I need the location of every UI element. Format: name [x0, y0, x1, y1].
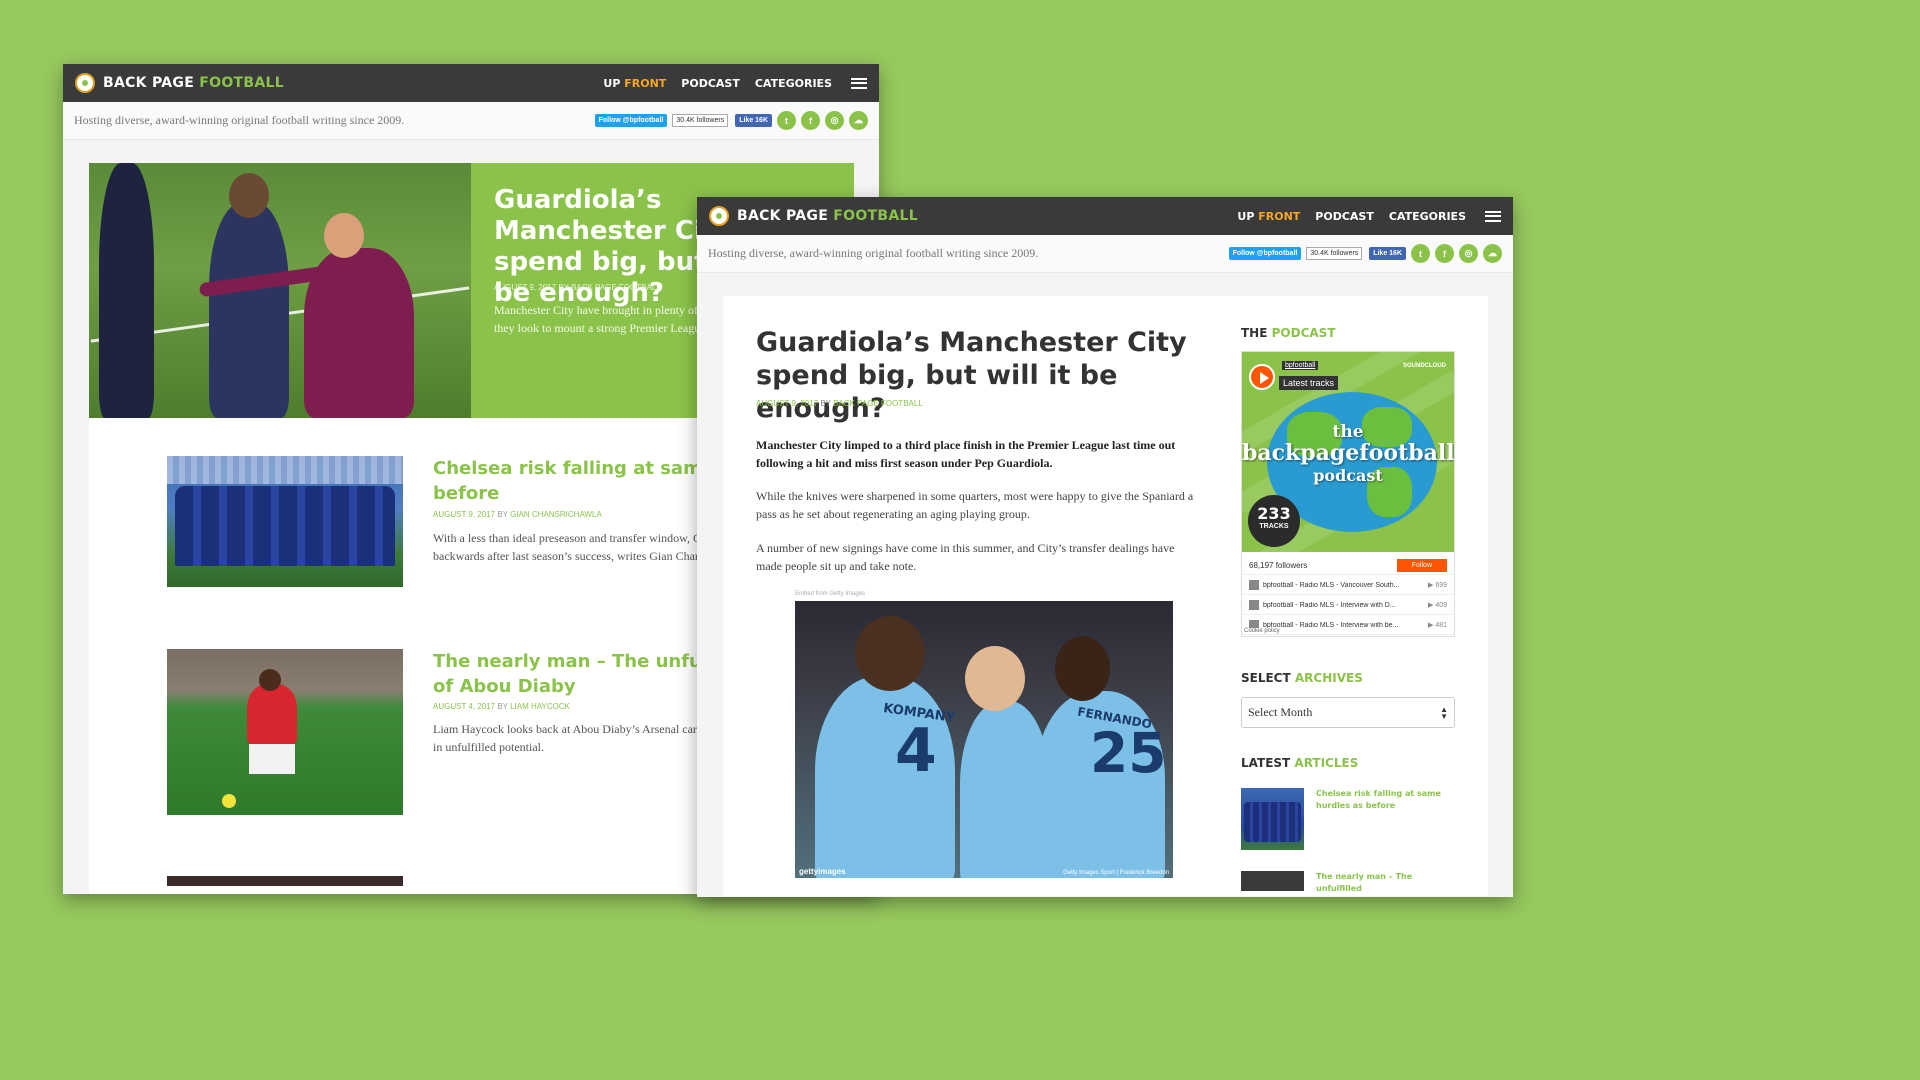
archives-heading: SELECT ARCHIVES: [1241, 671, 1363, 685]
latest-article-title[interactable]: The nearly man – The unfulfilled: [1316, 871, 1456, 895]
article-author-link[interactable]: BACK PAGE FOOTBALL: [833, 399, 923, 408]
getty-embed-label: Embed from Getty Images: [795, 591, 866, 597]
nav-podcast[interactable]: PODCAST: [1315, 210, 1374, 223]
logo-text: BACK PAGE: [103, 75, 195, 91]
nav-upfront[interactable]: UP FRONT: [603, 77, 666, 90]
social-buttons: Follow @bpfootball 30.4K followers Like …: [594, 111, 868, 130]
article-title: Guardiola’s Manchester City spend big, b…: [756, 327, 1187, 424]
featured-post-image: [89, 163, 471, 418]
latest-article-thumbnail[interactable]: [1241, 788, 1304, 850]
getty-logo[interactable]: gettyimages: [799, 867, 846, 876]
post-meta: AUGUST 4, 2017 BY LIAM HAYCOCK: [433, 702, 570, 711]
nav-categories[interactable]: CATEGORIES: [755, 77, 832, 90]
soundcloud-widget: bpfootball Latest tracks SOUNDCLOUD the …: [1241, 351, 1455, 637]
main-nav: UP FRONT PODCAST CATEGORIES: [1237, 210, 1501, 223]
facebook-icon[interactable]: f: [801, 111, 820, 130]
instagram-icon[interactable]: ◎: [825, 111, 844, 130]
site-header: BACK PAGE FOOTBALL UP FRONT PODCAST CATE…: [63, 64, 879, 102]
nav-upfront[interactable]: UP FRONT: [1237, 210, 1300, 223]
followers-row: 68,197 followers Follow: [1242, 557, 1454, 575]
social-buttons: Follow @bpfootball 30.4K followers Like …: [1228, 244, 1502, 263]
soundcloud-icon[interactable]: ☁: [1483, 244, 1502, 263]
article-paragraph: While the knives were sharpened in some …: [756, 489, 1194, 521]
site-logo[interactable]: BACK PAGE FOOTBALL: [709, 206, 918, 226]
archive-month-select[interactable]: Select Month ▲ ▼: [1241, 697, 1455, 728]
podcast-title-line: backpagefootball: [1242, 440, 1454, 466]
twitter-icon[interactable]: t: [777, 111, 796, 130]
article-embedded-image[interactable]: KOMPANY 4 FERNANDO 25 gettyimages Getty …: [795, 601, 1173, 878]
post-thumbnail[interactable]: [167, 876, 403, 886]
shirt-number: 25: [1090, 721, 1167, 785]
latest-article-title[interactable]: Chelsea risk falling at same hurdles as …: [1316, 788, 1456, 812]
podcast-heading: THE PODCAST: [1241, 326, 1336, 340]
post-thumbnail[interactable]: [167, 649, 403, 815]
post-meta: AUGUST 9, 2017 BY GIAN CHANSRICHAWLA: [433, 510, 602, 519]
follow-button[interactable]: Follow: [1396, 559, 1447, 572]
facebook-like-button[interactable]: Like 16K: [1369, 247, 1406, 260]
cookie-policy-link[interactable]: Cookie policy: [1244, 628, 1280, 634]
article-page: Guardiola’s Manchester City spend big, b…: [723, 296, 1488, 896]
podcast-title-line: podcast: [1313, 466, 1383, 485]
sidebar: THE PODCAST bpfootball Latest tracks SOU…: [1241, 326, 1455, 893]
football-logo-icon: [75, 73, 95, 93]
facebook-icon[interactable]: f: [1435, 244, 1454, 263]
follower-count: 68,197 followers: [1249, 561, 1308, 570]
post-thumbnail[interactable]: [167, 456, 403, 587]
twitter-follow-button[interactable]: Follow @bpfootball: [1228, 247, 1302, 260]
latest-article-thumbnail[interactable]: [1241, 871, 1304, 891]
soundcloud-icon[interactable]: ☁: [849, 111, 868, 130]
site-header: BACK PAGE FOOTBALL UP FRONT PODCAST CATE…: [697, 197, 1513, 235]
getty-credit: Getty Images Sport | Frederick Breedon: [1063, 870, 1169, 876]
soundcloud-logo[interactable]: SOUNDCLOUD: [1403, 363, 1446, 369]
latest-article-item[interactable]: The nearly man – The unfulfilled: [1241, 871, 1455, 897]
site-logo[interactable]: BACK PAGE FOOTBALL: [75, 73, 284, 93]
tagline-bar: Hosting diverse, award-winning original …: [63, 102, 879, 140]
twitter-icon[interactable]: t: [1411, 244, 1430, 263]
hamburger-menu-icon[interactable]: [1485, 210, 1501, 222]
main-nav: UP FRONT PODCAST CATEGORIES: [603, 77, 867, 90]
tagline-bar: Hosting diverse, award-winning original …: [697, 235, 1513, 273]
nav-podcast[interactable]: PODCAST: [681, 77, 740, 90]
site-tagline: Hosting diverse, award-winning original …: [708, 246, 1039, 260]
latest-tracks-label: Latest tracks: [1279, 376, 1339, 390]
tracks-count-badge: 233 TRACKS: [1248, 495, 1300, 547]
article-meta: AUGUST 9, 2017 BY BACK PAGE FOOTBALL: [756, 399, 923, 408]
facebook-like-button[interactable]: Like 16K: [735, 114, 772, 127]
podcast-artwork: bpfootball Latest tracks SOUNDCLOUD the …: [1242, 352, 1454, 552]
twitter-follower-count: 30.4K followers: [1306, 247, 1363, 260]
shirt-number: 4: [895, 716, 937, 786]
article-lead-paragraph: Manchester City limped to a third place …: [756, 438, 1176, 470]
select-arrows-icon: ▲ ▼: [1440, 704, 1448, 721]
soundcloud-user-link[interactable]: bpfootball: [1282, 361, 1319, 370]
play-button-icon[interactable]: [1249, 364, 1275, 390]
browser-window-article: BACK PAGE FOOTBALL UP FRONT PODCAST CATE…: [697, 197, 1513, 897]
latest-articles-heading: LATEST ARTICLES: [1241, 756, 1359, 770]
instagram-icon[interactable]: ◎: [1459, 244, 1478, 263]
featured-post-meta: AUGUST 9, 2017 BY BACK PAGE FOOTBALL: [494, 283, 661, 292]
twitter-follower-count: 30.4K followers: [672, 114, 729, 127]
podcast-title-line: the: [1332, 422, 1364, 442]
logo-text-accent: FOOTBALL: [199, 75, 284, 91]
site-tagline: Hosting diverse, award-winning original …: [74, 113, 405, 127]
hamburger-menu-icon[interactable]: [851, 77, 867, 89]
nav-categories[interactable]: CATEGORIES: [1389, 210, 1466, 223]
track-item[interactable]: bpfootball - Radio MLS - Vancouver South…: [1242, 576, 1454, 595]
logo-text: BACK PAGE: [737, 208, 829, 224]
track-item[interactable]: bpfootball - Radio MLS - Interview with …: [1242, 596, 1454, 615]
football-logo-icon: [709, 206, 729, 226]
logo-text-accent: FOOTBALL: [833, 208, 918, 224]
latest-article-item[interactable]: Chelsea risk falling at same hurdles as …: [1241, 788, 1455, 850]
twitter-follow-button[interactable]: Follow @bpfootball: [594, 114, 668, 127]
article-paragraph: A number of new signings have come in th…: [756, 541, 1175, 573]
